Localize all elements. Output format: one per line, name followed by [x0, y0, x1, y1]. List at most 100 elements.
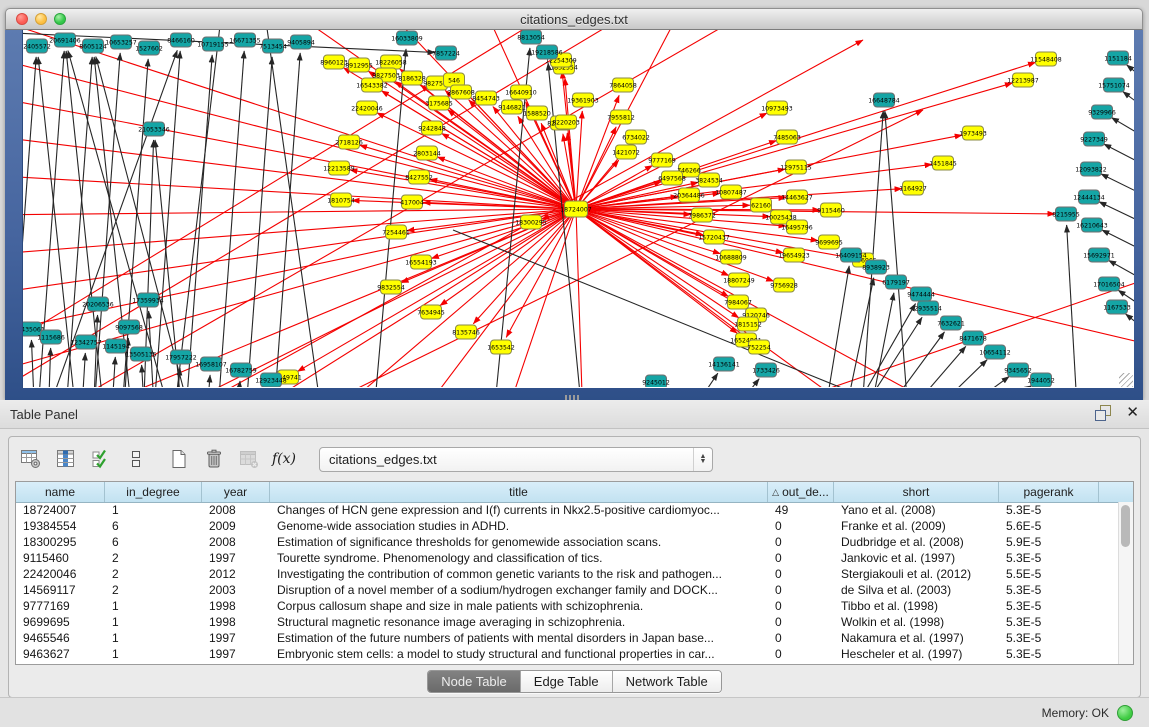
node-label: 16554193 — [405, 259, 437, 266]
window-titlebar[interactable]: citations_edges.txt — [5, 8, 1143, 30]
node-label: 10688809 — [715, 254, 747, 261]
table-selector-dropdown[interactable]: citations_edges.txt ▲▼ — [319, 447, 713, 472]
tab-edge-table[interactable]: Edge Table — [521, 671, 613, 692]
table-row[interactable]: 1872400712008Changes of HCN gene express… — [16, 502, 1119, 518]
network-window: citations_edges.txt 18724007896012389129… — [5, 8, 1143, 400]
citation-edge — [121, 59, 148, 387]
node-label: 3824534 — [695, 177, 723, 184]
table-row[interactable]: 946362711997Embryonic stem cells: a mode… — [16, 646, 1119, 662]
node-label: 2803144 — [413, 150, 441, 157]
close-panel-icon[interactable]: ✕ — [1126, 404, 1139, 422]
resize-grip[interactable] — [1119, 373, 1133, 387]
tab-network-table[interactable]: Network Table — [613, 671, 721, 692]
citation-edge — [31, 340, 35, 387]
table-row[interactable]: 969969511998Structural magnetic resonanc… — [16, 614, 1119, 630]
citation-edge — [920, 360, 987, 387]
table-cell: 5.3E-5 — [999, 615, 1099, 629]
minimize-window-button[interactable] — [35, 13, 47, 25]
table-rows: 1872400712008Changes of HCN gene express… — [16, 502, 1119, 664]
node-label: 3175685 — [425, 100, 453, 107]
show-columns-icon[interactable] — [54, 447, 78, 471]
node-label: 15751074 — [1098, 82, 1130, 89]
network-canvas[interactable]: 1872400789601238912955182260589827503165… — [22, 30, 1134, 388]
node-label: 9329966 — [1088, 109, 1116, 116]
table-row[interactable]: 1830029562008Estimation of significance … — [16, 534, 1119, 550]
column-header-title[interactable]: title — [270, 482, 768, 502]
node-label: 8215955 — [1052, 211, 1080, 218]
table-cell: 5.3E-5 — [999, 503, 1099, 517]
table-cell: 1 — [105, 647, 202, 661]
table-cell: 0 — [768, 631, 834, 645]
node-label: 15692971 — [1083, 252, 1115, 259]
node-label: 18226058 — [375, 59, 407, 66]
citation-edge — [843, 278, 874, 387]
citation-edge — [185, 55, 212, 387]
table-toolbar: f(x) citations_edges.txt ▲▼ — [9, 437, 1140, 481]
node-label: 7513454 — [259, 43, 287, 50]
scrollbar-thumb[interactable] — [1121, 505, 1130, 547]
citation-edge — [217, 51, 244, 387]
table-row[interactable]: 1938455462009Genome-wide association stu… — [16, 518, 1119, 534]
delete-column-icon[interactable] — [202, 447, 226, 471]
table-cell: 9463627 — [16, 647, 105, 661]
node-label: 8938923 — [862, 264, 890, 271]
dropdown-arrows-icon: ▲▼ — [693, 448, 712, 471]
node-label: 7955812 — [607, 114, 635, 121]
select-all-icon[interactable] — [89, 447, 113, 471]
node-label: 19218586 — [531, 49, 563, 56]
float-panel-icon[interactable] — [1094, 404, 1112, 422]
table-row[interactable]: 977716911998Corpus callosum shape and si… — [16, 598, 1119, 614]
table-panel-title: Table Panel — [0, 407, 78, 422]
table-cell: 1 — [105, 599, 202, 613]
table-cell: 0 — [768, 519, 834, 533]
column-header-out-degree[interactable]: △out_de... — [768, 482, 834, 502]
table-row[interactable]: 2242004622012Investigating the contribut… — [16, 566, 1119, 582]
table-cell: Franke et al. (2009) — [834, 519, 999, 533]
table-cell: 6 — [105, 535, 202, 549]
citation-edge — [1126, 314, 1134, 340]
window-title: citations_edges.txt — [520, 12, 628, 27]
node-label: 1164927 — [899, 185, 927, 192]
table-panel: Table Panel ✕ — [0, 400, 1149, 727]
column-header-year[interactable]: year — [202, 482, 270, 502]
column-header-name[interactable]: name — [16, 482, 105, 502]
node-label: 11548408 — [1030, 56, 1062, 63]
node-label: 7254461 — [382, 229, 410, 236]
close-window-button[interactable] — [16, 13, 28, 25]
node-label: 8471678 — [959, 335, 987, 342]
column-header-in-degree[interactable]: in_degree — [105, 482, 202, 502]
table-mode-icon[interactable] — [19, 447, 43, 471]
column-header-short[interactable]: short — [834, 482, 999, 502]
status-bar: Memory: OK — [0, 697, 1149, 727]
node-label: 18300295 — [515, 219, 547, 226]
column-header-pagerank[interactable]: pagerank — [999, 482, 1099, 502]
table-cell: 22420046 — [16, 567, 105, 581]
node-label: 8466160 — [167, 37, 195, 44]
new-column-icon[interactable] — [167, 447, 191, 471]
table-cell: 5.3E-5 — [999, 631, 1099, 645]
table-row[interactable]: 1456911722003Disruption of a novel membe… — [16, 582, 1119, 598]
node-label: 8960123 — [320, 59, 348, 66]
table-cell: Tibbo et al. (1998) — [834, 599, 999, 613]
node-label: 8220203 — [552, 119, 580, 126]
node-label: 20364486 — [673, 192, 705, 199]
table-panel-header: Table Panel ✕ — [0, 400, 1149, 429]
node-label: 1167533 — [1103, 304, 1131, 311]
zoom-window-button[interactable] — [54, 13, 66, 25]
table-cell: 0 — [768, 567, 834, 581]
node-label: 17359934 — [132, 297, 164, 304]
table-row[interactable]: 946554611997Estimation of the future num… — [16, 630, 1119, 646]
row-height-icon[interactable] — [124, 447, 148, 471]
citation-edge — [81, 353, 85, 387]
tab-node-table[interactable]: Node Table — [428, 671, 521, 692]
table-row[interactable]: 911546021997Tourette syndrome. Phenomeno… — [16, 550, 1119, 566]
node-label: 9146821 — [498, 104, 526, 111]
table-cell: 1 — [105, 631, 202, 645]
vertical-scrollbar[interactable] — [1118, 502, 1133, 664]
node-label: 7984067 — [724, 299, 752, 306]
panel-splitter-handle[interactable] — [565, 395, 579, 400]
network-view-frame: 1872400789601238912955182260589827503165… — [5, 30, 1143, 401]
citation-network-graph[interactable]: 1872400789601238912955182260589827503165… — [23, 30, 1134, 387]
node-label: 12213987 — [1007, 77, 1039, 84]
function-builder-icon[interactable]: f(x) — [272, 447, 296, 471]
